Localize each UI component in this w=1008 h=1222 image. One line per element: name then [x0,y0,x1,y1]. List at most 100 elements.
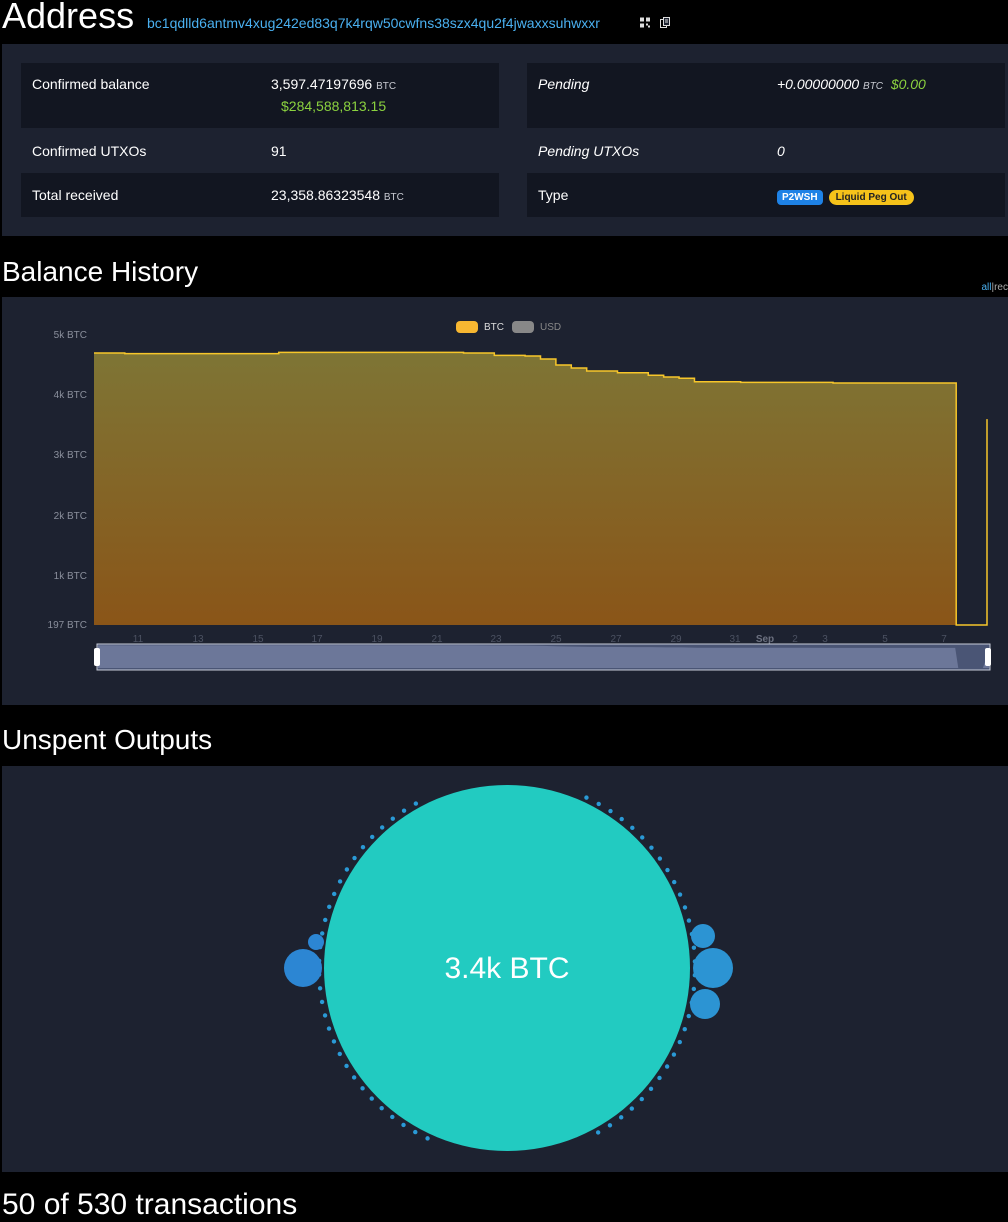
utxo-dot[interactable] [657,856,663,861]
utxo-dot[interactable] [664,1064,670,1069]
utxo-dot[interactable] [369,1096,374,1101]
utxo-bubble[interactable] [308,934,324,950]
page-title: Address [2,0,135,36]
utxo-dot[interactable] [691,986,697,992]
utxo-dot[interactable] [682,1027,687,1032]
utxo-bubble[interactable] [693,948,733,988]
pending-label: Pending [538,76,590,92]
utxo-dot[interactable] [618,1115,624,1120]
x-tick-label: 25 [550,634,562,645]
y-tick-label: 1k BTC [54,571,87,582]
navigator-right-handle[interactable] [985,648,991,666]
utxo-dot[interactable] [596,801,601,807]
utxo-dot[interactable] [630,825,635,831]
pending-usd: $0.00 [890,76,926,92]
utxo-dot[interactable] [682,905,688,910]
utxo-dot[interactable] [584,795,589,800]
utxo-dot[interactable] [639,1096,644,1102]
confirmed-balance-label: Confirmed balance [32,76,150,92]
utxo-dot[interactable] [649,845,654,850]
utxo-dot[interactable] [360,1086,365,1091]
balance-history-title: Balance History [2,256,199,287]
x-tick-label: 17 [311,634,323,645]
utxo-dot[interactable] [344,1063,349,1069]
utxo-dot[interactable] [672,879,677,885]
usd-legend-swatch[interactable] [512,321,534,333]
btc-legend-label[interactable]: BTC [484,322,504,333]
utxo-dot[interactable] [686,1013,691,1019]
utxo-dot[interactable] [326,1026,332,1031]
utxo-dot[interactable] [657,1075,662,1081]
x-tick-label: 13 [192,634,204,645]
x-tick-label: Sep [756,634,774,645]
copy-icon[interactable] [660,17,670,28]
confirmed-utxos-label: Confirmed UTXOs [32,143,147,159]
total-received-label: Total received [32,187,119,203]
utxo-dot[interactable] [320,931,325,936]
utxo-dot[interactable] [390,816,396,821]
qr-code-icon[interactable] [640,17,650,28]
unspent-outputs-title: Unspent Outputs [2,724,213,755]
balance-history-chart-panel: BTC USD 197 BTC 1k BTC 2k BTC 3k BTC 4k BTC 5k… [2,297,1008,705]
x-tick-label: 15 [252,634,264,645]
utxo-dot[interactable] [337,879,343,884]
utxo-dot[interactable] [379,825,385,830]
utxo-dot[interactable] [390,1114,395,1120]
utxo-dot[interactable] [317,986,323,991]
utxo-dot[interactable] [327,904,332,909]
utxo-dot[interactable] [322,1013,328,1018]
utxo-dot[interactable] [323,917,328,923]
confirmed-balance-usd: $284,588,813.15 [281,98,387,114]
utxo-dot[interactable] [648,1086,654,1092]
utxo-dot[interactable] [619,816,624,822]
utxo-dot[interactable] [671,1052,677,1057]
utxo-dot[interactable] [629,1106,635,1111]
usd-legend-label[interactable]: USD [540,322,561,333]
utxo-dot[interactable] [665,867,670,873]
utxo-bubble-chart[interactable]: 3.4k BTC [2,766,1008,1172]
utxo-dot[interactable] [608,808,613,814]
utxo-dot[interactable] [691,945,697,950]
utxo-bubble[interactable] [691,924,715,948]
utxo-dot[interactable] [370,834,375,840]
utxo-dot[interactable] [595,1130,601,1135]
address-hash[interactable]: bc1qdlld6antmv4xug242ed83q7k4rqw50cwfns3… [147,15,600,31]
utxo-dot[interactable] [351,1075,357,1080]
utxo-dot[interactable] [425,1136,430,1141]
x-tick-label: 7 [941,634,947,645]
range-navigator[interactable] [94,643,991,671]
navigator-series [98,645,989,668]
utxo-dot[interactable] [686,918,692,923]
utxo-dot[interactable] [332,891,337,897]
range-recent-link[interactable]: rec [994,282,1008,293]
utxo-dot[interactable] [319,999,325,1005]
x-tick-label: 29 [670,634,682,645]
utxo-dot[interactable] [360,844,366,850]
utxo-dot[interactable] [331,1039,337,1044]
utxo-dot[interactable] [352,855,357,861]
type-label: Type [538,187,569,203]
utxo-dot[interactable] [413,801,419,806]
address-summary: Confirmed balance 3,597.47197696 BTC $28… [2,44,1008,236]
utxo-main-label: 3.4k BTC [444,952,569,985]
utxo-dot[interactable] [337,1051,342,1057]
x-tick-label: 11 [133,634,144,645]
utxo-dot[interactable] [401,808,407,813]
balance-history-chart[interactable]: BTC USD 197 BTC 1k BTC 2k BTC 3k BTC 4k BTC 5k… [2,297,1008,705]
x-tick-label: 2 [792,634,798,645]
utxo-dot[interactable] [677,1039,682,1045]
unspent-outputs-panel: 3.4k BTC [2,766,1008,1172]
transactions-title: 50 of 530 transactions [2,1188,298,1221]
utxo-bubble[interactable] [284,949,322,987]
utxo-dot[interactable] [413,1129,418,1135]
navigator-left-handle[interactable] [94,648,100,666]
utxo-dot[interactable] [640,835,645,840]
utxo-dot[interactable] [607,1123,613,1128]
utxo-bubble[interactable] [690,989,720,1019]
utxo-dot[interactable] [379,1105,384,1111]
btc-legend-swatch[interactable] [456,321,478,333]
utxo-dot[interactable] [344,867,350,872]
utxo-dot[interactable] [677,892,683,897]
range-all-link[interactable]: all [981,282,991,293]
utxo-dot[interactable] [401,1122,406,1128]
